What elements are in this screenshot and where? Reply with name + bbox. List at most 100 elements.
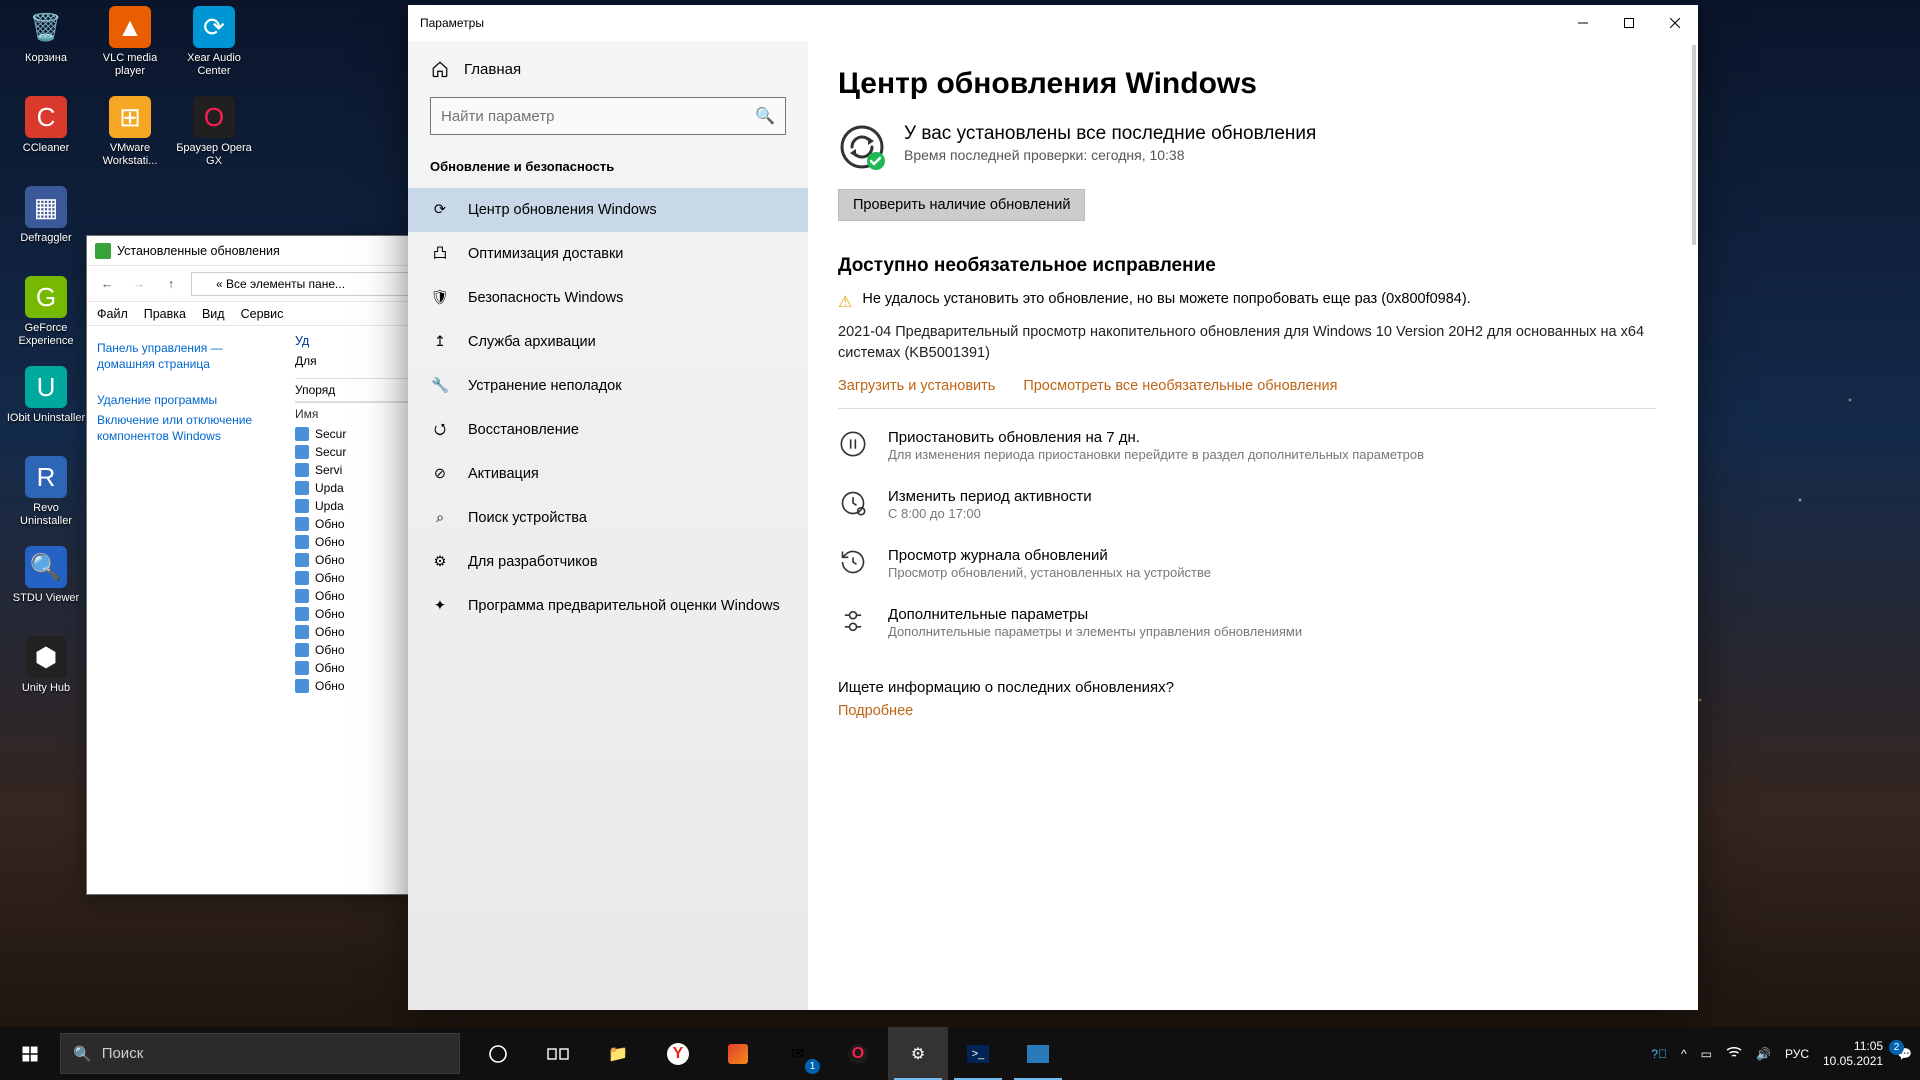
start-button[interactable] [0, 1027, 60, 1080]
update-icon [295, 607, 309, 621]
cp-link-features[interactable]: Включение или отключение компонентов Win… [97, 412, 277, 444]
nav-activation[interactable]: ⊘Активация [408, 452, 808, 496]
tb-opera[interactable]: O [828, 1027, 888, 1080]
settings-window[interactable]: Параметры Главная 🔍 Обновление и безопас… [408, 5, 1698, 1010]
desktop-icon-vlc[interactable]: ▲VLC media player [88, 2, 172, 92]
tb-office[interactable] [708, 1027, 768, 1080]
status-icon [838, 123, 886, 171]
menu-view[interactable]: Вид [202, 307, 225, 321]
taskbar-search[interactable]: 🔍 Поиск [60, 1033, 460, 1074]
tray-clock[interactable]: 11:05 10.05.2021 [1823, 1039, 1883, 1069]
tray-wifi-icon[interactable] [1726, 1046, 1742, 1061]
desktop-icon-stdu[interactable]: 🔍STDU Viewer [4, 542, 88, 632]
link-download-install[interactable]: Загрузить и установить [838, 378, 995, 394]
taskbar-apps: 📁 Y ✉1 O ⚙ >_ [468, 1027, 1068, 1080]
clock-icon [838, 488, 868, 518]
desktop-icon-iobit[interactable]: UIObit Uninstaller [4, 362, 88, 452]
back-icon[interactable]: ← [95, 272, 119, 296]
desktop-icon-geforce[interactable]: GGeForce Experience [4, 272, 88, 362]
desktop-icon-defraggler[interactable]: ▦Defraggler [4, 182, 88, 272]
cp-title-text: Установленные обновления [117, 244, 280, 258]
cp-link-home[interactable]: Панель управления — домашняя страница [97, 340, 277, 372]
opt-advanced[interactable]: Дополнительные параметрыДополнительные п… [838, 606, 1656, 639]
dev-icon: ⚙ [430, 552, 450, 572]
desktop-icon-xear[interactable]: ⟳Xear Audio Center [172, 2, 256, 92]
tb-cortana[interactable] [468, 1027, 528, 1080]
nav-insider[interactable]: ✦Программа предварительной оценки Window… [408, 584, 808, 628]
forward-icon[interactable]: → [127, 272, 151, 296]
desktop-icon-vmware[interactable]: ⊞VMware Workstati... [88, 92, 172, 182]
nav-delivery-opt[interactable]: 凸Оптимизация доставки [408, 232, 808, 276]
minimize-button[interactable] [1560, 5, 1606, 41]
up-icon[interactable]: ↑ [159, 272, 183, 296]
opt-pause[interactable]: Приостановить обновления на 7 дн.Для изм… [838, 429, 1656, 462]
tray-lang[interactable]: РУС [1785, 1047, 1809, 1061]
shield-icon: 🛡 [430, 288, 450, 308]
tray-battery-icon[interactable]: ▭ [1701, 1047, 1712, 1061]
tb-control-panel[interactable] [1008, 1027, 1068, 1080]
footer-question: Ищете информацию о последних обновлениях… [838, 679, 1656, 696]
link-view-all-optional[interactable]: Просмотреть все необязательные обновлени… [1023, 378, 1337, 394]
optional-update-desc: 2021-04 Предварительный просмотр накопит… [838, 322, 1656, 364]
menu-service[interactable]: Сервис [241, 307, 284, 321]
wrench-icon: 🔧 [430, 376, 450, 396]
tb-powershell[interactable]: >_ [948, 1027, 1008, 1080]
menu-file[interactable]: Файл [97, 307, 128, 321]
opt-active-hours[interactable]: Изменить период активностиС 8:00 до 17:0… [838, 488, 1656, 521]
tb-taskview[interactable] [528, 1027, 588, 1080]
tb-mail[interactable]: ✉1 [768, 1027, 828, 1080]
footer-link[interactable]: Подробнее [838, 703, 913, 719]
location-icon: ⌕ [430, 508, 450, 528]
key-icon: ⊘ [430, 464, 450, 484]
nav-recovery[interactable]: ⭯Восстановление [408, 408, 808, 452]
update-icon [295, 571, 309, 585]
menu-edit[interactable]: Правка [144, 307, 186, 321]
update-icon [295, 517, 309, 531]
insider-icon: ✦ [430, 596, 450, 616]
folder-icon [198, 277, 212, 291]
optional-warning: ⚠ Не удалось установить это обновление, … [838, 291, 1656, 312]
scrollbar[interactable] [1692, 45, 1696, 245]
update-icon [295, 625, 309, 639]
tb-yandex[interactable]: Y [648, 1027, 708, 1080]
opt-history[interactable]: Просмотр журнала обновленийПросмотр обно… [838, 547, 1656, 580]
desktop-icon-ccleaner[interactable]: CCCleaner [4, 92, 88, 182]
cp-sidepanel: Панель управления — домашняя страница Уд… [87, 326, 287, 894]
desktop-icon-opera-gx[interactable]: OБраузер Opera GX [172, 92, 256, 182]
tray-chevron-up-icon[interactable]: ^ [1681, 1047, 1687, 1061]
update-icon [295, 463, 309, 477]
tray-action-center[interactable]: 💬2 [1897, 1047, 1912, 1061]
search-input[interactable] [441, 108, 755, 125]
mail-badge: 1 [805, 1059, 820, 1074]
tray-volume-icon[interactable]: 🔊 [1756, 1047, 1771, 1061]
settings-category: Обновление и безопасность [408, 153, 808, 188]
desktop-icon-recycle-bin[interactable]: 🗑️Корзина [4, 2, 88, 92]
tray-help-icon[interactable]: ?⃝ [1651, 1047, 1667, 1061]
nav-backup[interactable]: ↥Служба архивации [408, 320, 808, 364]
search-icon: 🔍 [755, 106, 775, 126]
settings-titlebar[interactable]: Параметры [408, 5, 1698, 41]
nav-windows-update[interactable]: ⟳Центр обновления Windows [408, 188, 808, 232]
nav-home[interactable]: Главная [408, 51, 808, 87]
system-tray: ?⃝ ^ ▭ 🔊 РУС 11:05 10.05.2021 💬2 [1651, 1039, 1920, 1069]
cp-link-uninstall[interactable]: Удаление программы [97, 392, 277, 408]
desktop-icon-unity[interactable]: ⬢Unity Hub [4, 632, 88, 722]
nav-security[interactable]: 🛡Безопасность Windows [408, 276, 808, 320]
update-icon [295, 445, 309, 459]
status-subtext: Время последней проверки: сегодня, 10:38 [904, 147, 1316, 163]
status-headline: У вас установлены все последние обновлен… [904, 123, 1316, 145]
maximize-button[interactable] [1606, 5, 1652, 41]
tb-settings[interactable]: ⚙ [888, 1027, 948, 1080]
nav-find-device[interactable]: ⌕Поиск устройства [408, 496, 808, 540]
recovery-icon: ⭯ [430, 420, 450, 440]
nav-troubleshoot[interactable]: 🔧Устранение неполадок [408, 364, 808, 408]
close-button[interactable] [1652, 5, 1698, 41]
optional-section-title: Доступно необязательное исправление [838, 255, 1656, 277]
update-icon [295, 589, 309, 603]
settings-search[interactable]: 🔍 [430, 97, 786, 135]
check-updates-button[interactable]: Проверить наличие обновлений [838, 189, 1085, 221]
update-icon [295, 481, 309, 495]
nav-developers[interactable]: ⚙Для разработчиков [408, 540, 808, 584]
desktop-icon-revo[interactable]: RRevo Uninstaller [4, 452, 88, 542]
tb-explorer[interactable]: 📁 [588, 1027, 648, 1080]
